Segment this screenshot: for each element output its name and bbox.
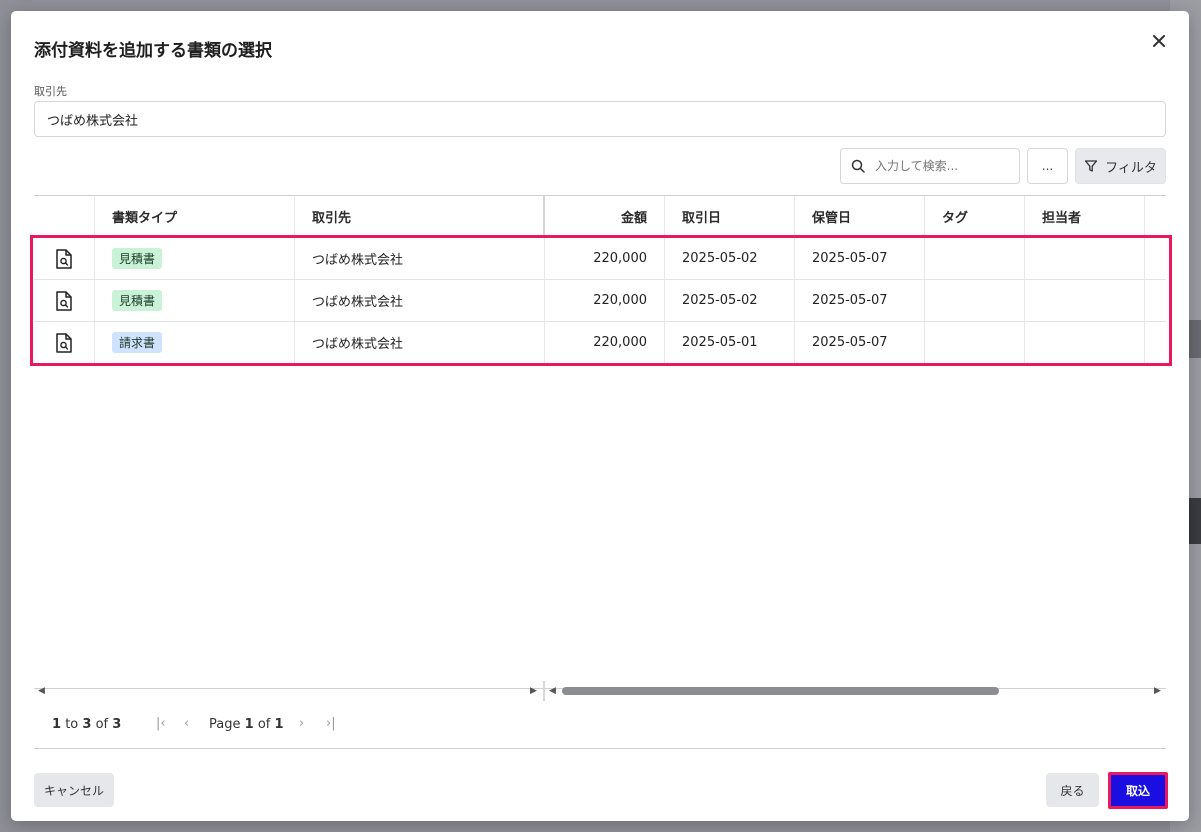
cell-partner: つばめ株式会社: [295, 280, 545, 321]
cell-doc-type: 見積書: [95, 280, 295, 321]
search-input[interactable]: [875, 159, 1005, 173]
cell-partner: つばめ株式会社: [295, 322, 545, 363]
prev-page-icon[interactable]: ‹: [184, 716, 189, 731]
doc-type-badge: 請求書: [112, 332, 163, 353]
cell-trade-date: 2025-05-01: [665, 322, 795, 363]
cell-overflow: [1145, 280, 1166, 321]
pagination: 1 to 3 of 3 |‹ ‹ Page 1 of 1 › ›|: [34, 701, 1166, 749]
cell-storage-date: 2025-05-07: [795, 238, 925, 279]
scroll-thumb[interactable]: [562, 687, 999, 695]
header-doc-type[interactable]: 書類タイプ: [95, 196, 295, 237]
close-icon: [1153, 35, 1165, 47]
doc-type-badge: 見積書: [112, 290, 163, 311]
cell-text: つばめ株式会社: [312, 253, 404, 268]
cell-trade-date: 2025-05-02: [665, 238, 795, 279]
header-storage-date[interactable]: 保管日: [795, 196, 925, 237]
row-count: 1 to 3 of 3: [52, 717, 122, 732]
header-tag[interactable]: タグ: [925, 196, 1025, 237]
next-page-icon[interactable]: ›: [299, 716, 304, 731]
cell-text: 220,000: [593, 251, 647, 266]
cell-tag: [925, 322, 1025, 363]
scroll-right-icon[interactable]: ▶: [530, 686, 537, 696]
cell-overflow: [1145, 238, 1166, 279]
cell-doc-type: 見積書: [95, 238, 295, 279]
cell-partner: つばめ株式会社: [295, 238, 545, 279]
table-row[interactable]: 見積書 つばめ株式会社 220,000 2025-05-02 2025-05-07: [34, 238, 1166, 280]
row-preview-cell[interactable]: [34, 322, 95, 363]
cell-storage-date: 2025-05-07: [795, 322, 925, 363]
close-button[interactable]: [1147, 29, 1171, 53]
modal-title: 添付資料を追加する書類の選択: [34, 41, 272, 61]
back-button[interactable]: 戻る: [1046, 773, 1099, 807]
scroll-right-icon[interactable]: ▶: [1154, 686, 1161, 696]
scroll-left-icon[interactable]: ◀: [38, 686, 45, 696]
first-page-icon[interactable]: |‹: [156, 716, 166, 731]
row-preview-cell[interactable]: [34, 280, 95, 321]
cell-tag: [925, 238, 1025, 279]
document-select-modal: 添付資料を追加する書類の選択 取引先 ... フィルタ 書類タイプ 取引先 金額…: [11, 11, 1189, 821]
cell-trade-date: 2025-05-02: [665, 280, 795, 321]
cell-amount: 220,000: [545, 238, 665, 279]
header-trade-date[interactable]: 取引日: [665, 196, 795, 237]
header-assignee[interactable]: 担当者: [1025, 196, 1145, 237]
more-button[interactable]: ...: [1027, 148, 1068, 184]
row-preview-cell[interactable]: [34, 238, 95, 279]
filter-icon: [1084, 160, 1098, 172]
cell-text: 2025-05-02: [682, 293, 758, 308]
partner-input[interactable]: [34, 101, 1166, 137]
cell-amount: 220,000: [545, 280, 665, 321]
filter-label: フィルタ: [1105, 160, 1157, 176]
import-button[interactable]: 取込: [1108, 772, 1168, 809]
scroll-divider: [543, 681, 545, 701]
cell-amount: 220,000: [545, 322, 665, 363]
cell-storage-date: 2025-05-07: [795, 280, 925, 321]
header-overflow: [1145, 196, 1166, 237]
filter-button[interactable]: フィルタ: [1075, 148, 1166, 184]
header-icon-col: [34, 196, 95, 237]
cell-text: 2025-05-01: [682, 335, 758, 350]
doc-type-badge: 見積書: [112, 248, 163, 269]
cell-text: つばめ株式会社: [312, 337, 404, 352]
cell-text: 2025-05-07: [812, 293, 888, 308]
document-search-icon: [56, 290, 72, 311]
cell-text: 2025-05-02: [682, 251, 758, 266]
table-row[interactable]: 見積書 つばめ株式会社 220,000 2025-05-02 2025-05-07: [34, 280, 1166, 322]
partner-label: 取引先: [34, 85, 67, 98]
table-row[interactable]: 請求書 つばめ株式会社 220,000 2025-05-01 2025-05-07: [34, 322, 1166, 364]
cell-overflow: [1145, 322, 1166, 363]
last-page-icon[interactable]: ›|: [326, 716, 336, 731]
document-search-icon: [56, 248, 72, 269]
cell-assignee: [1025, 322, 1145, 363]
grid-header: 書類タイプ 取引先 金額 取引日 保管日 タグ 担当者: [34, 196, 1166, 238]
document-search-icon: [56, 332, 72, 353]
cell-assignee: [1025, 280, 1145, 321]
horizontal-scrollbar[interactable]: ◀ ▶ ◀ ▶: [34, 681, 1166, 701]
cell-assignee: [1025, 238, 1145, 279]
scroll-left-icon[interactable]: ◀: [549, 686, 556, 696]
cell-text: 2025-05-07: [812, 335, 888, 350]
cell-text: つばめ株式会社: [312, 295, 404, 310]
document-grid: 書類タイプ 取引先 金額 取引日 保管日 タグ 担当者 見積書 つばめ株式会社 22…: [34, 195, 1166, 689]
cancel-button[interactable]: キャンセル: [34, 773, 114, 807]
cell-text: 2025-05-07: [812, 251, 888, 266]
search-box[interactable]: [840, 148, 1020, 184]
search-icon: [851, 159, 865, 173]
cell-text: 220,000: [593, 335, 647, 350]
header-partner[interactable]: 取引先: [295, 196, 545, 237]
cell-tag: [925, 280, 1025, 321]
page-info: Page 1 of 1: [209, 717, 284, 732]
cell-doc-type: 請求書: [95, 322, 295, 363]
cell-text: 220,000: [593, 293, 647, 308]
header-amount[interactable]: 金額: [545, 196, 665, 237]
